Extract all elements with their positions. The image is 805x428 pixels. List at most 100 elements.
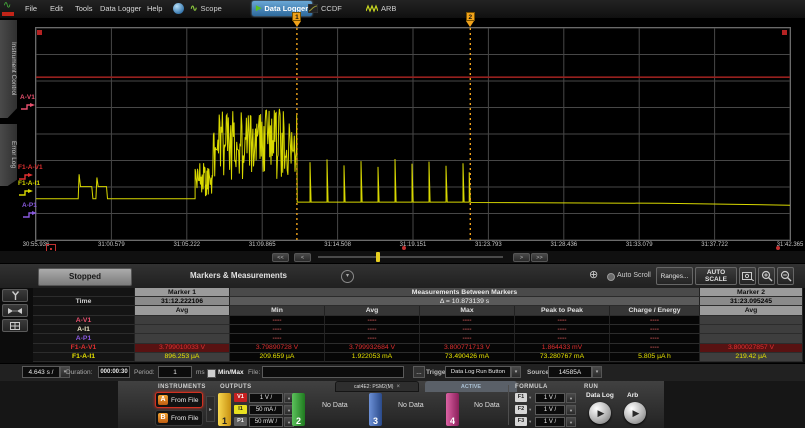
menu-item-data-logger[interactable]: Data Logger	[100, 0, 141, 17]
minmax-label: Min/Max	[218, 369, 244, 376]
scale-handle[interactable]	[782, 30, 787, 35]
trigger-dropdown[interactable]: ▾	[511, 366, 521, 378]
instrument-a-button[interactable]: A From File	[155, 392, 203, 408]
trigger-select[interactable]: Data Log Run Button	[445, 366, 511, 378]
instrument-b-button[interactable]: B From File	[155, 410, 203, 426]
tab-ccdf[interactable]: CCDF	[304, 1, 346, 16]
play-icon: ▶	[633, 408, 640, 419]
marker-flag-2[interactable]: 2	[466, 12, 475, 27]
scroll-first-button[interactable]: <<	[272, 253, 289, 262]
scroll-thumb[interactable]	[376, 252, 380, 262]
scroll-track[interactable]	[318, 256, 503, 258]
active-tab[interactable]: ACTIVE	[425, 381, 517, 392]
scale-handle[interactable]	[37, 30, 42, 35]
marker1-stat-header: Avg	[135, 306, 230, 316]
table-cell: ----	[515, 325, 610, 334]
source-select[interactable]: 14585A	[548, 366, 592, 378]
v1-range-select[interactable]: 1 V /	[249, 393, 283, 403]
trace-handle-icon[interactable]	[18, 172, 34, 180]
f1-range-select[interactable]: 1 V /	[535, 393, 565, 403]
file-field[interactable]	[262, 366, 404, 378]
table-cell: ----	[610, 344, 700, 353]
timescale-select[interactable]: 4.643 s /	[22, 366, 60, 378]
channel-2-bar[interactable]: 2	[292, 393, 305, 426]
browse-button[interactable]: ...	[413, 366, 425, 378]
f3-range-select[interactable]: 1 V /	[535, 417, 565, 427]
menu-item-help[interactable]: Help	[147, 0, 162, 17]
channel-4-bar[interactable]: 4	[446, 393, 459, 426]
channel-3-bar[interactable]: 3	[369, 393, 382, 426]
trace-handle-icon[interactable]	[18, 188, 34, 196]
auto-scroll-toggle[interactable]: Auto Scroll	[617, 272, 651, 279]
table-cell: 3.799010033 V	[135, 344, 230, 353]
table-cell: ----	[515, 334, 610, 343]
auto-scale-button[interactable]: AUTO SCALE	[695, 267, 737, 285]
chevron-down-icon[interactable]: ▾	[341, 270, 354, 283]
trace-handle-icon[interactable]	[20, 102, 36, 110]
menu-item-edit[interactable]: Edit	[50, 0, 63, 17]
f2-range-dropdown[interactable]: ▾	[566, 405, 576, 415]
arb-play-button[interactable]: ▶	[624, 402, 646, 424]
marker-flag-1[interactable]: 1	[292, 12, 301, 27]
f3-range-dropdown[interactable]: ▾	[566, 417, 576, 427]
table-cell: ----	[610, 325, 700, 334]
p1-range-select[interactable]: 50 mW /	[249, 417, 283, 427]
menu-item-file[interactable]: File	[25, 0, 37, 17]
f1-dropdown[interactable]: ▾	[529, 395, 531, 401]
period-field[interactable]: 1	[158, 366, 192, 378]
info-ball-icon[interactable]	[173, 3, 184, 14]
scroll-prev-button[interactable]: <	[294, 253, 311, 262]
data-log-play-button[interactable]: ▶	[589, 402, 611, 424]
row-label: A-P1	[33, 334, 135, 343]
divider	[508, 385, 509, 425]
table-cell	[135, 316, 230, 325]
instruments-section-label: INSTRUMENTS	[158, 384, 206, 390]
tab-arb[interactable]: ARB	[362, 1, 400, 16]
outputs-section-label: OUTPUTS	[220, 384, 251, 390]
file-tab[interactable]: cat4E2: PSM2(M) ×	[335, 381, 419, 392]
tab-scope[interactable]: ∿ Scope	[186, 1, 226, 16]
sidebar-tab-error-log[interactable]: Error Log	[0, 124, 17, 186]
channel-number: 3	[373, 416, 378, 426]
i1-range-select[interactable]: 50 mA /	[249, 405, 283, 415]
time-column-header: Time	[33, 297, 135, 306]
duration-label: Duration:	[66, 369, 92, 376]
crosshair-icon[interactable]: ⊕	[589, 269, 598, 282]
x-tick: 31:09.865	[249, 242, 276, 248]
f3-dropdown[interactable]: ▾	[529, 419, 531, 425]
trace-label-f1-a-i1: F1-A-I1	[18, 180, 40, 196]
scroll-last-button[interactable]: >>	[531, 253, 548, 262]
f2-dropdown[interactable]: ▾	[529, 407, 531, 413]
panel-title: Markers & Measurements	[190, 271, 287, 280]
table-cell	[700, 334, 803, 343]
camera-icon	[742, 271, 754, 281]
source-dropdown[interactable]: ▾	[592, 366, 602, 378]
channel-1-bar[interactable]: 1	[218, 393, 231, 426]
zoom-in-button[interactable]	[758, 267, 775, 285]
markers-button[interactable]	[2, 304, 28, 317]
table-cell: ----	[325, 325, 420, 334]
toolbar: Stopped Markers & Measurements ▾ ⊕ Auto …	[0, 263, 805, 289]
chart-plot[interactable]	[36, 28, 790, 240]
f2-range-select[interactable]: 1 V /	[535, 405, 565, 415]
ranges-button[interactable]: Ranges...	[656, 267, 693, 285]
expander-button[interactable]: ▸	[206, 396, 215, 422]
duration-field[interactable]: 000:00:30	[98, 366, 130, 378]
channel-4-no-data: No Data	[474, 402, 500, 409]
screenshot-button[interactable]	[739, 267, 756, 285]
between-markers-title: Measurements Between Markers	[230, 288, 700, 297]
close-icon[interactable]: ×	[396, 384, 400, 390]
auto-scroll-led-icon[interactable]	[607, 273, 615, 281]
trace-handle-icon[interactable]	[22, 210, 38, 218]
axis-dot-icon	[776, 246, 780, 250]
zoom-out-button[interactable]	[777, 267, 794, 285]
table-cell: ----	[230, 325, 325, 334]
scroll-next-button[interactable]: >	[513, 253, 530, 262]
f1-range-dropdown[interactable]: ▾	[566, 393, 576, 403]
table-cell: ----	[230, 316, 325, 325]
menu-item-tools[interactable]: Tools	[75, 0, 93, 17]
sidebar-tab-instrument-control[interactable]: Instrument Control	[0, 20, 17, 118]
grid-view-button[interactable]	[2, 319, 28, 332]
tools-button[interactable]	[2, 289, 28, 302]
minmax-checkbox[interactable]	[207, 369, 216, 378]
